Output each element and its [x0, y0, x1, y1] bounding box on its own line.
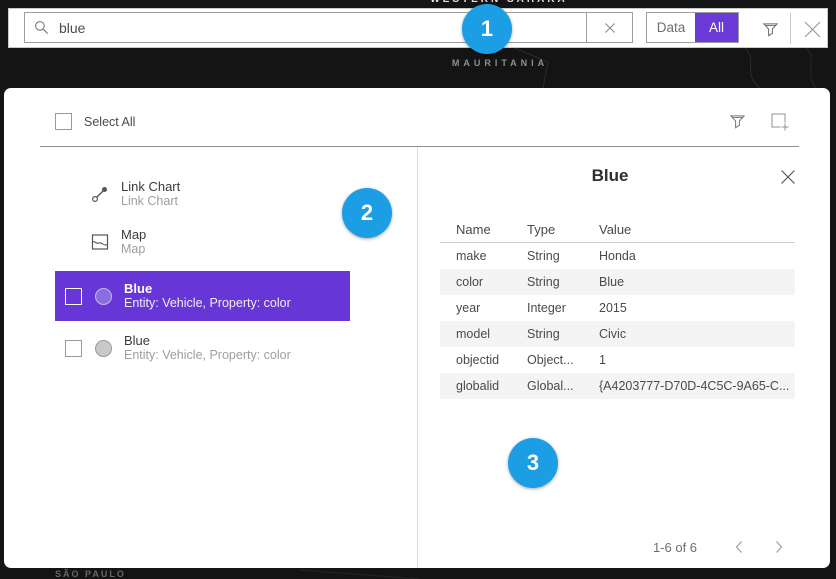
search-icon: [34, 20, 49, 35]
clear-search-button[interactable]: [586, 12, 633, 43]
result-subtitle: Entity: Vehicle, Property: color: [124, 348, 291, 364]
chevron-right-icon: [774, 540, 784, 554]
cell-value: 1: [599, 353, 795, 367]
result-item-map[interactable]: Map Map: [55, 220, 350, 264]
result-title: Link Chart: [121, 179, 180, 195]
filter-icon: [729, 113, 746, 130]
result-item-link-chart[interactable]: Link Chart Link Chart: [55, 172, 350, 216]
column-header-type: Type: [527, 222, 599, 237]
cell-type: Global...: [527, 379, 599, 393]
chevron-left-icon: [734, 540, 744, 554]
cell-type: Object...: [527, 353, 599, 367]
map-label-sao-paulo: SÃO PAULO: [55, 569, 126, 579]
callout-badge-1: 1: [462, 4, 512, 54]
search-close-button[interactable]: [799, 16, 825, 42]
detail-title: Blue: [440, 166, 780, 186]
result-item-text: Blue Entity: Vehicle, Property: color: [124, 281, 291, 312]
callout-badge-3: 3: [508, 438, 558, 488]
result-item-blue-selected[interactable]: Blue Entity: Vehicle, Property: color: [55, 271, 350, 321]
cell-type: String: [527, 275, 599, 289]
table-row: color String Blue: [440, 269, 795, 295]
cell-name: year: [440, 301, 527, 315]
entity-dot-icon: [95, 288, 112, 305]
attribute-table: Name Type Value make String Honda color …: [440, 216, 795, 399]
data-all-toggle: Data All: [646, 12, 739, 43]
table-row: objectid Object... 1: [440, 347, 795, 373]
cell-value: {A4203777-D70D-4C5C-9A65-C...: [599, 379, 795, 393]
search-filter-button[interactable]: [757, 16, 783, 42]
pagination-next-button[interactable]: [768, 536, 790, 558]
cell-name: make: [440, 249, 527, 263]
table-row: year Integer 2015: [440, 295, 795, 321]
add-to-selection-button[interactable]: [766, 108, 792, 134]
screen: WESTERN SAHARA MAURITANIA SÃO PAULO Data…: [0, 0, 836, 579]
result-subtitle: Entity: Vehicle, Property: color: [124, 296, 291, 312]
link-chart-icon: [91, 185, 109, 203]
result-title: Blue: [124, 281, 291, 297]
cell-value: 2015: [599, 301, 795, 315]
divider: [40, 146, 799, 147]
clear-icon: [604, 22, 616, 34]
detail-close-button[interactable]: [776, 165, 800, 189]
panel-filter-button[interactable]: [724, 108, 750, 134]
add-selection-icon: [769, 111, 790, 132]
divider: [790, 13, 791, 44]
table-header-row: Name Type Value: [440, 216, 795, 243]
cell-name: model: [440, 327, 527, 341]
result-subtitle: Map: [121, 242, 146, 258]
result-subtitle: Link Chart: [121, 194, 180, 210]
results-panel: Select All: [4, 88, 830, 568]
divider: [417, 147, 418, 568]
result-title: Map: [121, 227, 146, 243]
result-item-text: Blue Entity: Vehicle, Property: color: [124, 333, 291, 364]
cell-type: String: [527, 249, 599, 263]
cell-name: globalid: [440, 379, 527, 393]
toggle-all-button[interactable]: All: [695, 13, 738, 42]
select-all-checkbox[interactable]: [55, 113, 72, 130]
cell-type: Integer: [527, 301, 599, 315]
cell-name: objectid: [440, 353, 527, 367]
cell-value: Civic: [599, 327, 795, 341]
pagination-prev-button[interactable]: [728, 536, 750, 558]
column-header-name: Name: [440, 222, 527, 237]
result-checkbox[interactable]: [65, 340, 82, 357]
table-row: globalid Global... {A4203777-D70D-4C5C-9…: [440, 373, 795, 399]
map-icon: [91, 233, 109, 251]
cell-name: color: [440, 275, 527, 289]
result-item-blue[interactable]: Blue Entity: Vehicle, Property: color: [55, 323, 350, 373]
filter-icon: [762, 21, 779, 38]
toggle-data-button[interactable]: Data: [647, 13, 695, 42]
cell-type: String: [527, 327, 599, 341]
close-icon: [780, 169, 796, 185]
result-item-text: Link Chart Link Chart: [121, 179, 180, 210]
result-title: Blue: [124, 333, 291, 349]
cell-value: Blue: [599, 275, 795, 289]
select-all-label: Select All: [84, 115, 135, 129]
table-row: make String Honda: [440, 243, 795, 269]
map-label-western-sahara: WESTERN SAHARA: [424, 0, 574, 5]
column-header-value: Value: [599, 222, 795, 237]
result-item-text: Map Map: [121, 227, 146, 258]
callout-badge-2: 2: [342, 188, 392, 238]
cell-value: Honda: [599, 249, 795, 263]
entity-dot-icon: [95, 340, 112, 357]
pagination-label: 1-6 of 6: [635, 540, 715, 555]
close-icon: [803, 20, 822, 39]
search-input[interactable]: [57, 19, 531, 37]
search-bar: Data All: [8, 8, 828, 48]
table-row: model String Civic: [440, 321, 795, 347]
map-label-mauritania: MAURITANIA: [440, 58, 560, 68]
result-checkbox[interactable]: [65, 288, 82, 305]
